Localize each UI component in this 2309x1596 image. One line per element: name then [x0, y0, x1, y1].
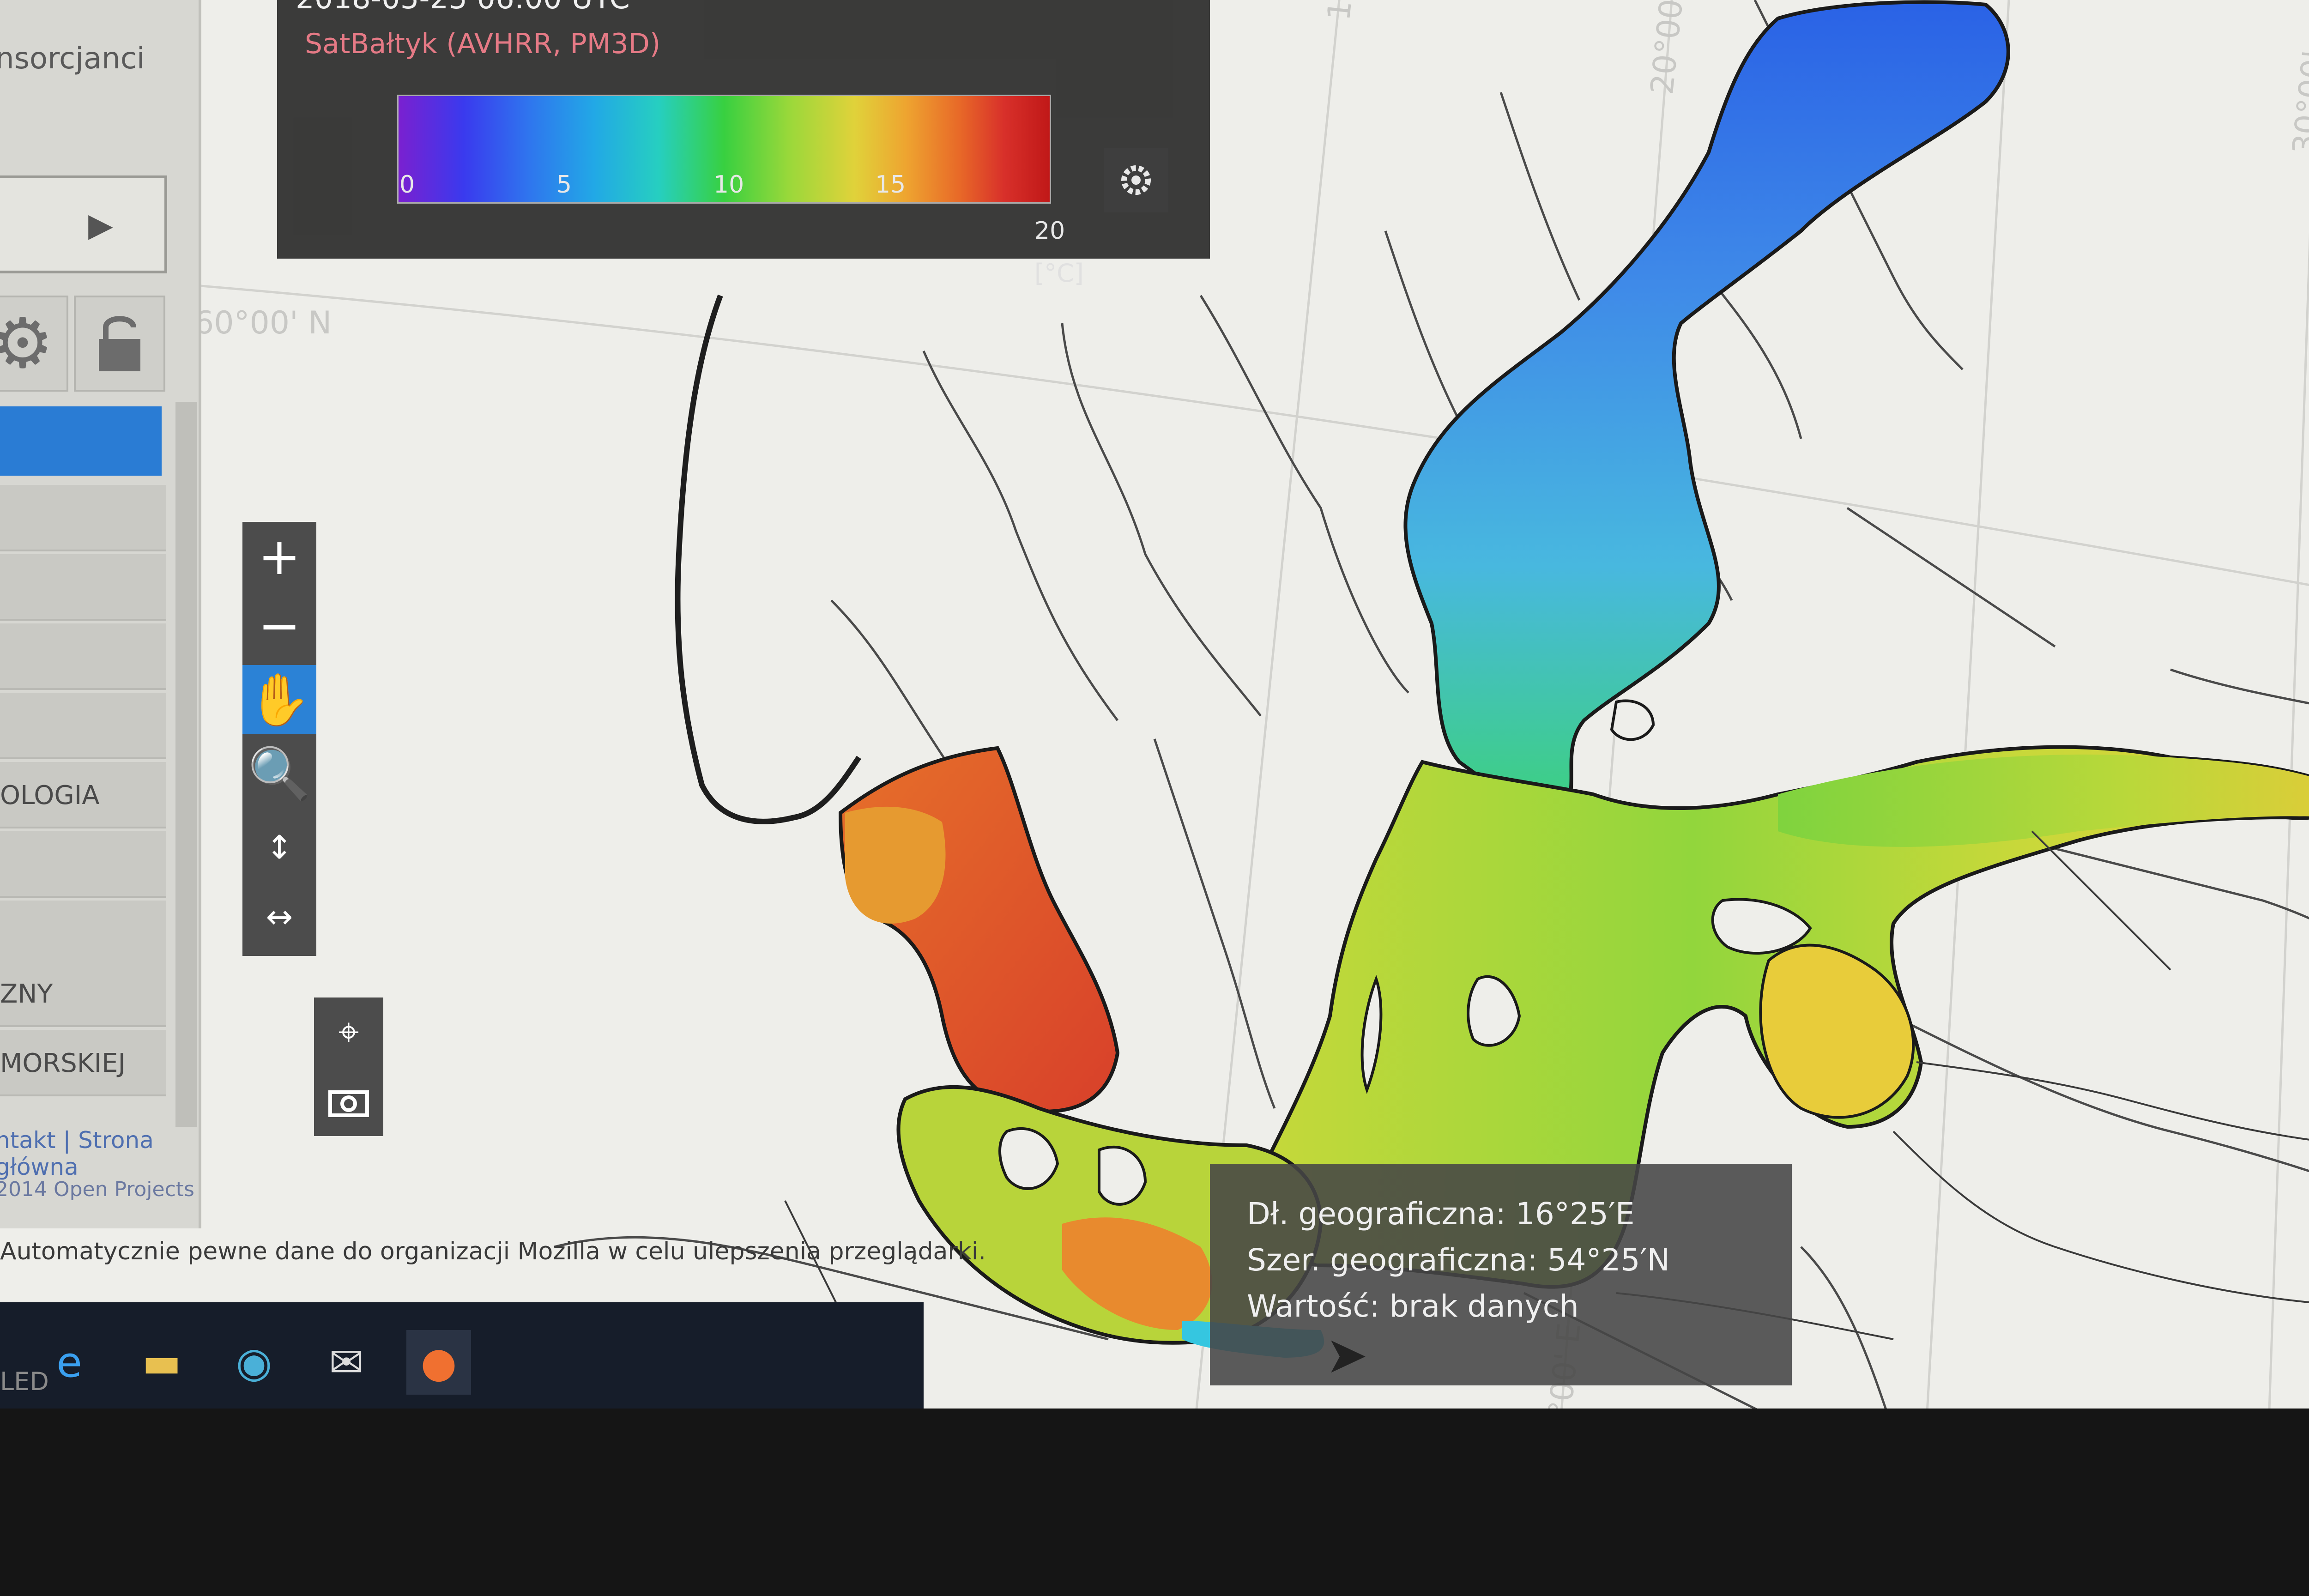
camera-icon[interactable] [314, 1067, 383, 1136]
footer-projects[interactable]: 2014 Open Projects [0, 1178, 194, 1201]
hand-icon[interactable]: ✋ [242, 665, 316, 734]
footer-links[interactable]: ntakt | Strona główna [0, 1127, 199, 1180]
play-triangle-icon[interactable]: ▶ [88, 206, 113, 244]
gulf-of-bothnia [1403, 0, 2010, 811]
sidebar-item-morskiej[interactable]: MORSKIEJ [0, 1030, 166, 1096]
zoom-out-button[interactable]: − [242, 591, 316, 660]
magnifier-icon[interactable]: 🔍 [242, 739, 316, 808]
sidebar-item-label: ZNY [0, 979, 53, 1009]
legend-unit: [°C] [1034, 259, 1084, 288]
firefox-icon[interactable]: ● [406, 1330, 471, 1395]
camera-icon-shape [328, 1090, 369, 1117]
sidebar-item[interactable] [0, 693, 166, 759]
sidebar-navigator[interactable]: ▶ [0, 175, 167, 273]
sidebar-item[interactable] [0, 485, 166, 551]
mail-icon[interactable]: ✉ [314, 1330, 379, 1395]
sidebar-item[interactable] [0, 901, 166, 967]
colorbar-tick: 10 [713, 171, 744, 199]
tooltip-latitude: Szer. geograficzna: 54°25′N [1247, 1242, 1670, 1278]
legend-timestamp: 2018-05-25 06:00 UTC [296, 0, 630, 16]
gear-icon[interactable]: ⚙ [0, 296, 68, 392]
browser-notification: Automatycznie pewne dane do organizacji … [0, 1238, 986, 1265]
store-icon[interactable]: ◉ [222, 1330, 286, 1395]
sidebar-item-active[interactable] [0, 406, 162, 476]
colorbar-tick: 5 [556, 171, 572, 199]
sidebar-item-label: MORSKIEJ [0, 1048, 126, 1078]
tooltip-longitude: Dł. geograficzna: 16°25′E [1247, 1196, 1635, 1232]
lock-icon-shape [99, 316, 140, 371]
cursor-icon: ➤ [1325, 1325, 1368, 1384]
sidebar-item[interactable] [0, 554, 166, 621]
sidebar-item-ologia[interactable]: OLOGIA [0, 762, 166, 828]
tooltip-value: Wartość: brak danych [1247, 1288, 1579, 1324]
vertical-arrows-icon[interactable]: ↕ [242, 813, 316, 882]
monitor-brand: LED [0, 1367, 49, 1396]
sidebar-partners-label[interactable]: nsorcjanci [0, 42, 145, 76]
legend-panel: 2018-05-25 06:00 UTC SatBałtyk (AVHRR, P… [277, 0, 1210, 288]
colorbar-tick: 15 [875, 171, 906, 199]
colorbar-tick: 0 [399, 171, 415, 199]
sidebar-item[interactable] [0, 831, 166, 898]
gulf-of-finland [1778, 754, 2309, 847]
gear-icon[interactable] [1104, 148, 1168, 212]
norway-coast [675, 294, 861, 824]
kattegat [838, 746, 1120, 1113]
colorbar-tick: 20 [1034, 217, 1065, 245]
legend-source: SatBałtyk (AVHRR, PM3D) [305, 28, 661, 60]
map-tooltip: Dł. geograficzna: 16°25′E Szer. geografi… [1210, 1164, 1792, 1385]
map-marker-icon[interactable]: ⌖ [314, 998, 383, 1067]
sidebar-scrollbar[interactable] [175, 402, 197, 1127]
browser-screen: 60°00' N 15°00' 20°00' 30°00' E 25°00' E… [0, 0, 2309, 1596]
lat-label-60: 60°00' N [194, 305, 332, 341]
monitor-bezel [0, 1409, 2309, 1596]
file-explorer-icon[interactable]: ▬ [129, 1330, 194, 1395]
lock-icon[interactable] [74, 296, 165, 392]
map-toolbar: + − ✋ 🔍 ↕ ↔ [242, 522, 316, 956]
horizontal-arrows-icon[interactable]: ↔ [242, 882, 316, 951]
sidebar-item[interactable] [0, 623, 166, 690]
gear-icon-shape [1121, 165, 1151, 195]
zoom-in-button[interactable]: + [242, 522, 316, 591]
sidebar-item-zny[interactable]: ZNY [0, 961, 166, 1027]
sidebar: nsorcjanci ▶ ⚙ OLOGIA ZNY MORSKIEJ ntakt… [0, 0, 201, 1228]
sidebar-item-label: OLOGIA [0, 780, 100, 810]
map-toolbar-secondary: ⌖ [314, 998, 383, 1136]
